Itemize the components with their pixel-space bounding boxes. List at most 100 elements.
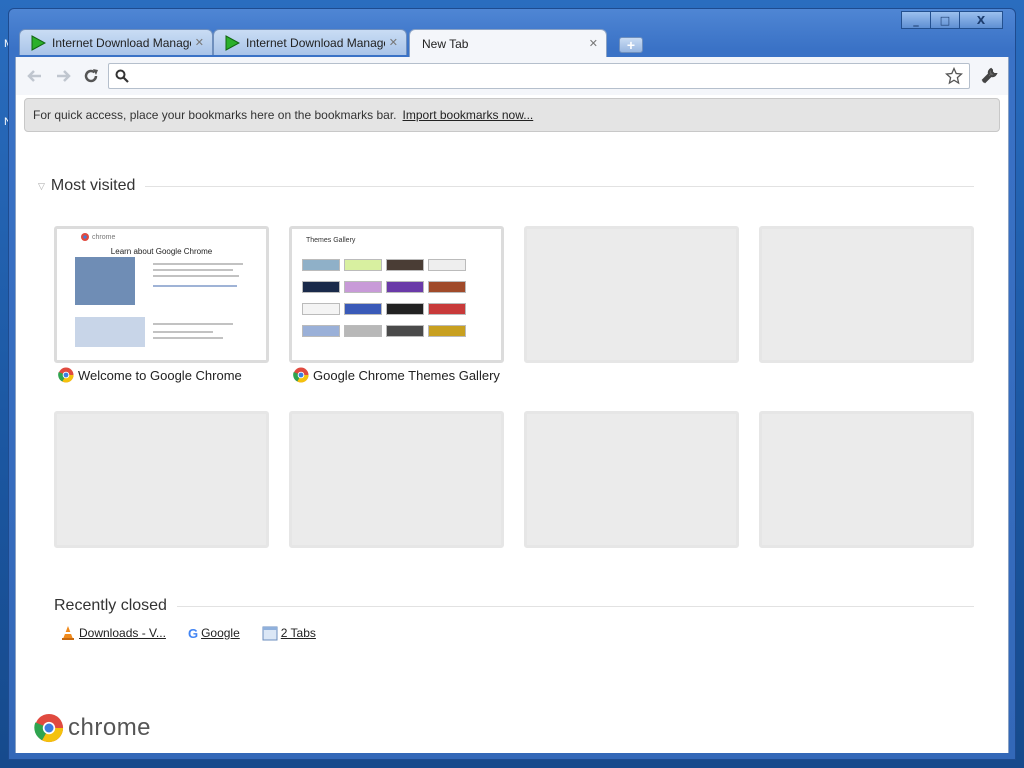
omnibox-input[interactable] — [135, 68, 945, 84]
tile-thumbnail — [524, 226, 739, 363]
tile-thumbnail — [759, 411, 974, 548]
forward-arrow-icon — [57, 70, 71, 82]
theme-swatch — [428, 259, 466, 271]
tab-close-icon[interactable]: ✕ — [389, 36, 398, 49]
most-visited-tile-empty — [524, 226, 739, 363]
star-bookmark-icon[interactable] — [945, 67, 963, 85]
tile-label[interactable]: Welcome to Google Chrome — [58, 367, 242, 383]
theme-swatch — [344, 325, 382, 337]
theme-swatch — [302, 303, 340, 315]
divider — [176, 605, 974, 607]
most-visited-tile-empty — [524, 411, 739, 548]
preview-text-line — [153, 275, 239, 277]
recently-closed-heading: Recently closed — [54, 597, 167, 614]
most-visited-tile-empty — [54, 411, 269, 548]
recently-closed-list: Downloads - V... G Google 2 Tabs — [60, 625, 316, 641]
preview-title: Learn about Google Chrome — [110, 247, 213, 256]
import-bookmarks-link[interactable]: Import bookmarks now... — [403, 108, 534, 122]
preview-image — [75, 257, 135, 305]
theme-swatch-grid — [302, 259, 466, 337]
tile-thumbnail — [759, 226, 974, 363]
most-visited-tile[interactable]: chrome Learn about Google Chrome Welcome… — [54, 226, 269, 383]
tile-thumbnail[interactable]: chrome Learn about Google Chrome — [54, 226, 269, 363]
preview-image — [75, 317, 145, 347]
tab-title: Internet Download Manager: T — [52, 35, 191, 50]
theme-swatch — [344, 281, 382, 293]
new-tab-page: For quick access, place your bookmarks h… — [15, 95, 1009, 753]
theme-swatch — [386, 303, 424, 315]
chrome-mini-logo: chrome — [81, 233, 260, 241]
close-window-button[interactable]: X — [959, 11, 1003, 29]
idm-play-icon — [31, 34, 46, 51]
minimize-button[interactable]: _ — [901, 11, 931, 29]
window-icon — [262, 626, 278, 641]
tab-idm-1[interactable]: Internet Download Manager: T ✕ — [19, 29, 213, 55]
page-preview: Themes Gallery — [292, 229, 501, 360]
forward-button[interactable] — [52, 65, 74, 87]
tab-close-icon[interactable]: ✕ — [195, 36, 204, 49]
recently-closed-item[interactable]: G Google — [188, 626, 240, 641]
maximize-button[interactable]: □ — [930, 11, 960, 29]
tab-strip: Internet Download Manager: T ✕ Internet … — [19, 29, 1015, 57]
most-visited-tile[interactable]: Themes Gallery Google Chrome Themes Gall… — [289, 226, 504, 383]
preview-text-line — [153, 331, 213, 333]
back-button[interactable] — [24, 65, 46, 87]
theme-swatch — [302, 325, 340, 337]
theme-swatch — [344, 259, 382, 271]
page-preview: chrome Learn about Google Chrome — [57, 229, 266, 360]
most-visited-tile-empty — [759, 411, 974, 548]
tab-new-tab[interactable]: New Tab ✕ — [409, 29, 607, 57]
browser-window: _ □ X Internet Download Manager: T ✕ Int… — [8, 8, 1016, 760]
google-g-icon: G — [187, 625, 199, 641]
toolbar — [15, 57, 1009, 95]
chrome-wordmark: chrome — [68, 714, 152, 741]
tab-idm-2[interactable]: Internet Download Manager: V ✕ — [213, 29, 407, 55]
chrome-icon — [81, 233, 89, 241]
recently-closed-item[interactable]: 2 Tabs — [262, 625, 316, 641]
tile-thumbnail — [54, 411, 269, 548]
wrench-icon — [981, 67, 998, 84]
theme-swatch — [386, 259, 424, 271]
theme-swatch — [428, 325, 466, 337]
theme-swatch — [386, 281, 424, 293]
tile-label[interactable]: Google Chrome Themes Gallery — [293, 367, 500, 383]
theme-swatch — [428, 281, 466, 293]
preview-text-line — [153, 285, 237, 287]
reload-button[interactable] — [80, 65, 102, 87]
tab-title: New Tab — [422, 36, 469, 51]
settings-wrench-button[interactable] — [978, 65, 1000, 87]
theme-swatch — [302, 259, 340, 271]
chrome-logo: chrome — [34, 713, 151, 743]
most-visited-tile-empty — [759, 226, 974, 363]
tile-thumbnail[interactable]: Themes Gallery — [289, 226, 504, 363]
theme-swatch — [344, 303, 382, 315]
tab-close-icon[interactable]: ✕ — [589, 37, 598, 50]
most-visited-header: ▽ Most visited — [38, 177, 974, 195]
tile-thumbnail — [289, 411, 504, 548]
omnibox[interactable] — [108, 63, 970, 89]
most-visited-grid: chrome Learn about Google Chrome Welcome… — [54, 226, 974, 548]
idm-play-icon — [225, 34, 240, 51]
recently-closed-item[interactable]: Downloads - V... — [60, 625, 166, 641]
tile-thumbnail — [524, 411, 739, 548]
bookmark-bar-message: For quick access, place your bookmarks h… — [33, 108, 397, 122]
collapse-triangle-icon[interactable]: ▽ — [38, 181, 45, 192]
preview-text-line — [153, 263, 243, 265]
search-icon — [115, 69, 129, 83]
plus-icon: + — [626, 37, 636, 53]
bookmark-bar-notice: For quick access, place your bookmarks h… — [24, 98, 1000, 132]
most-visited-heading: Most visited — [50, 177, 136, 194]
back-arrow-icon — [27, 70, 41, 82]
new-tab-button[interactable]: + — [619, 37, 643, 53]
most-visited-tile-empty — [289, 411, 504, 548]
preview-text-line — [153, 323, 233, 325]
recently-closed-header: Recently closed — [54, 597, 974, 615]
theme-swatch — [428, 303, 466, 315]
window-controls: _ □ X — [901, 11, 1003, 29]
divider — [145, 185, 974, 187]
theme-swatch — [302, 281, 340, 293]
chrome-logo-icon — [34, 713, 64, 743]
vlc-cone-icon — [62, 626, 74, 640]
reload-icon — [84, 69, 98, 83]
preview-text-line — [153, 269, 233, 271]
